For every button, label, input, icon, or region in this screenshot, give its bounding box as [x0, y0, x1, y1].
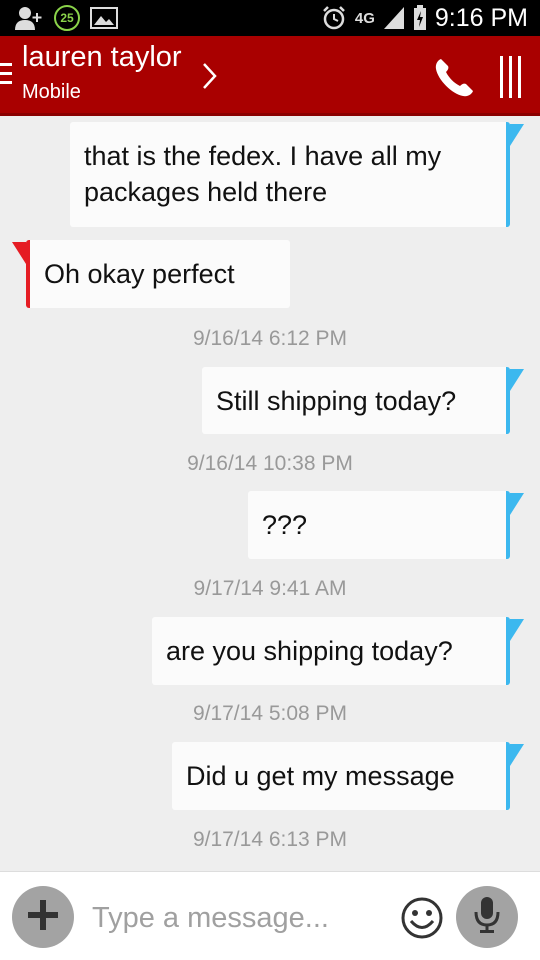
outgoing-flag-icon [510, 493, 524, 515]
message-text-line: Still shipping today? [216, 386, 457, 416]
message-text-line: that is the fedex. I have all my [84, 141, 442, 171]
message-list[interactable]: that is the fedex. I have all my packages… [0, 119, 540, 871]
plus-icon [26, 898, 60, 936]
conversation-header: lauren taylor Mobile [0, 36, 540, 116]
attach-button[interactable] [12, 886, 74, 948]
network-4g-icon: 4G [354, 9, 375, 27]
message-composer [0, 871, 540, 960]
message-text-line: ??? [262, 510, 308, 540]
clock-time: 9:16 PM [434, 3, 528, 32]
microphone-icon [472, 895, 502, 939]
message-timestamp: 9/17/14 6:13 PM [192, 828, 348, 851]
phone-icon [432, 59, 476, 104]
chevron-right-icon [202, 62, 218, 94]
image-icon [90, 7, 118, 29]
emoji-button[interactable] [400, 896, 444, 940]
call-button[interactable] [432, 56, 476, 100]
outgoing-flag-icon [510, 124, 524, 146]
menu-icon[interactable] [0, 63, 14, 85]
message-timestamp: 9/16/14 10:38 PM [187, 452, 353, 475]
outgoing-message-bubble[interactable]: Did u get my message [172, 742, 510, 810]
outgoing-message-bubble[interactable]: ??? [248, 491, 510, 559]
outgoing-flag-icon [510, 744, 524, 766]
contact-name: lauren taylor [22, 41, 182, 73]
notification-count-badge: 25 [54, 5, 80, 31]
incoming-flag-icon [12, 242, 26, 264]
message-timestamp: 9/17/14 9:41 AM [193, 577, 347, 600]
outgoing-message-bubble[interactable]: that is the fedex. I have all my packages… [70, 122, 510, 227]
alarm-icon [321, 5, 347, 31]
outgoing-flag-icon [510, 619, 524, 641]
voice-input-button[interactable] [456, 886, 518, 948]
message-text-line: Oh okay perfect [44, 259, 235, 289]
incoming-message-bubble[interactable]: Oh okay perfect [26, 240, 290, 308]
message-timestamp: 9/17/14 5:08 PM [192, 702, 348, 725]
outgoing-message-bubble[interactable]: are you shipping today? [152, 617, 510, 685]
outgoing-flag-icon [510, 369, 524, 391]
message-text-line: packages held there [84, 177, 328, 207]
battery-charging-icon [413, 5, 427, 31]
message-text-line: Did u get my message [186, 761, 455, 791]
message-timestamp: 9/16/14 6:12 PM [192, 327, 348, 350]
message-input[interactable] [92, 896, 382, 940]
signal-icon [383, 6, 405, 30]
status-bar: 25 4G 9:16 PM [0, 0, 540, 36]
add-contact-icon [14, 5, 44, 31]
overflow-menu-button[interactable] [500, 56, 530, 100]
overflow-icon [500, 56, 503, 98]
emoji-icon [400, 897, 444, 944]
contact-number-type: Mobile [22, 81, 81, 103]
message-text-line: are you shipping today? [166, 636, 453, 666]
outgoing-message-bubble[interactable]: Still shipping today? [202, 367, 510, 434]
